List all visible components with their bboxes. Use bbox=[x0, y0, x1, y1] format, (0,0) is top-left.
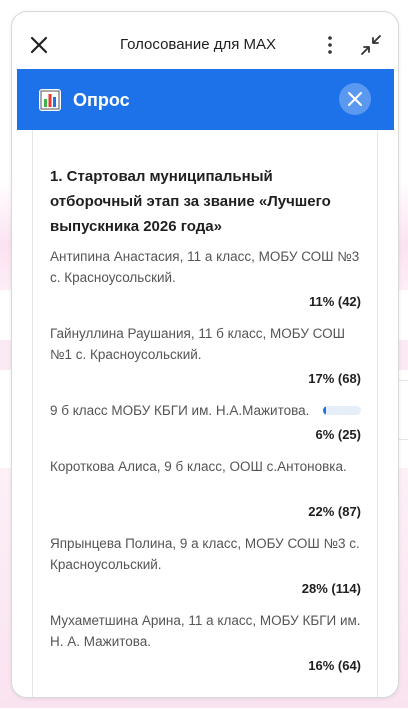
window-title: Голосование для MAX bbox=[120, 36, 277, 53]
more-options-button[interactable] bbox=[324, 34, 336, 56]
option-result: 11% (42) bbox=[308, 294, 361, 309]
close-icon bbox=[348, 92, 362, 106]
option-result: 28% (114) bbox=[301, 581, 361, 596]
poll-title: Опрос bbox=[73, 90, 130, 110]
option-label: Короткова Алиса, 9 б класс, ООШ с.Антоно… bbox=[50, 459, 347, 474]
close-icon bbox=[30, 36, 48, 54]
option-label: Мухаметшина Арина, 11 а класс, МОБУ КБГИ… bbox=[50, 613, 361, 649]
voting-window: Голосование для MAX Опрос 1. Стартовал м… bbox=[11, 11, 399, 698]
bar-chart-icon bbox=[39, 89, 61, 111]
poll-option[interactable]: Мухаметшина Арина, 11 а класс, МОБУ КБГИ… bbox=[50, 610, 365, 673]
option-result: 16% (64) bbox=[308, 658, 361, 673]
close-poll-button[interactable] bbox=[339, 83, 371, 115]
more-vertical-icon bbox=[328, 36, 332, 54]
option-label: Япрынцева Полина, 9 а класс, МОБУ СОШ №3… bbox=[50, 536, 360, 572]
option-progress-bar bbox=[323, 406, 361, 415]
poll-option[interactable]: Япрынцева Полина, 9 а класс, МОБУ СОШ №3… bbox=[50, 533, 365, 596]
poll-header: Опрос bbox=[17, 69, 394, 130]
poll-option[interactable]: Короткова Алиса, 9 б класс, ООШ с.Антоно… bbox=[50, 456, 365, 519]
window-titlebar: Голосование для MAX bbox=[12, 12, 398, 68]
option-label: Гайнуллина Раушания, 11 б класс, МОБУ СО… bbox=[50, 326, 345, 362]
close-window-button[interactable] bbox=[28, 34, 50, 56]
collapse-window-button[interactable] bbox=[360, 34, 382, 56]
option-progress-fill bbox=[323, 406, 327, 415]
option-result: 17% (68) bbox=[308, 371, 361, 386]
collapse-icon bbox=[361, 35, 381, 55]
option-result: 6% (25) bbox=[315, 427, 361, 442]
poll-question: 1. Стартовал муниципальный отборочный эт… bbox=[50, 168, 331, 235]
poll-card: 1. Стартовал муниципальный отборочный эт… bbox=[32, 130, 378, 697]
option-result: 22% (87) bbox=[308, 504, 361, 519]
poll-option[interactable]: Антипина Анастасия, 11 а класс, МОБУ СОШ… bbox=[50, 246, 365, 309]
poll-option[interactable]: Гайнуллина Раушания, 11 б класс, МОБУ СО… bbox=[50, 323, 365, 386]
poll-option[interactable]: 9 б класс МОБУ КБГИ им. Н.А.Мажитова. 6%… bbox=[50, 400, 365, 442]
option-label: 9 б класс МОБУ КБГИ им. Н.А.Мажитова. bbox=[50, 403, 310, 418]
option-label: Антипина Анастасия, 11 а класс, МОБУ СОШ… bbox=[50, 249, 360, 285]
